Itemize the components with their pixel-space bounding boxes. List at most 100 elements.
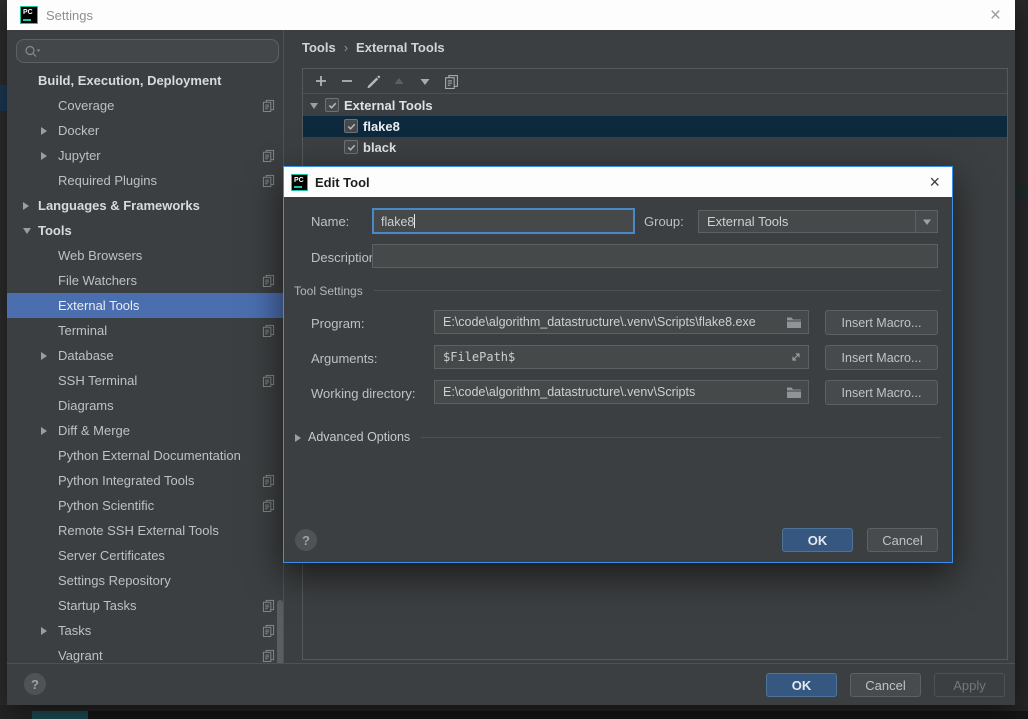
sidebar-item-tools[interactable]: Tools xyxy=(7,218,284,243)
triangle-down-icon xyxy=(418,74,432,88)
sidebar-item-settings-repository[interactable]: Settings Repository xyxy=(7,568,284,593)
sidebar-item-languages-frameworks[interactable]: Languages & Frameworks xyxy=(7,193,284,218)
checkbox-external-tools[interactable] xyxy=(325,98,339,112)
settings-close-icon[interactable]: × xyxy=(990,6,1001,25)
sidebar-item-label: Jupyter xyxy=(58,148,101,163)
chevron-right-icon[interactable] xyxy=(40,351,50,361)
sidebar-item-label: External Tools xyxy=(58,298,139,313)
advanced-options-label[interactable]: Advanced Options xyxy=(308,430,410,444)
dialog-cancel-button[interactable]: Cancel xyxy=(867,528,938,552)
ide-bottom-dark-band xyxy=(88,711,1028,719)
sidebar-item-server-certificates[interactable]: Server Certificates xyxy=(7,543,284,568)
sidebar-item-ssh-terminal[interactable]: SSH Terminal xyxy=(7,368,284,393)
sidebar-item-jupyter[interactable]: Jupyter xyxy=(7,143,284,168)
program-label: Program: xyxy=(311,316,364,331)
chevron-right-icon[interactable] xyxy=(40,426,50,436)
checkbox-black[interactable] xyxy=(344,140,358,154)
tree-row-flake8[interactable]: flake8 xyxy=(303,116,1007,137)
copy-button[interactable] xyxy=(439,71,463,91)
sidebar-item-database[interactable]: Database xyxy=(7,343,284,368)
add-button[interactable] xyxy=(309,71,333,91)
external-tools-toolbar xyxy=(303,69,1007,94)
sidebar-item-startup-tasks[interactable]: Startup Tasks xyxy=(7,593,284,618)
group-select[interactable]: External Tools xyxy=(698,210,938,233)
copy-settings-icon xyxy=(262,274,275,287)
copy-settings-icon xyxy=(262,174,275,187)
sidebar-item-build-execution-deployment[interactable]: Build, Execution, Deployment xyxy=(7,68,284,93)
sidebar-item-label: Languages & Frameworks xyxy=(38,198,200,213)
sidebar-item-python-scientific[interactable]: Python Scientific xyxy=(7,493,284,518)
chevron-down-icon[interactable] xyxy=(22,226,32,236)
sidebar-item-web-browsers[interactable]: Web Browsers xyxy=(7,243,284,268)
settings-cancel-button[interactable]: Cancel xyxy=(850,673,921,697)
sidebar-item-tasks[interactable]: Tasks xyxy=(7,618,284,643)
plus-icon xyxy=(314,74,328,88)
program-value: E:\code\algorithm_datastructure\.venv\Sc… xyxy=(443,315,786,329)
sidebar-item-external-tools[interactable]: External Tools xyxy=(7,293,284,318)
external-tools-tree: External Toolsflake8 black xyxy=(303,95,1007,158)
sidebar-item-label: Startup Tasks xyxy=(58,598,137,613)
sidebar-item-label: Terminal xyxy=(58,323,107,338)
edit-tool-title: Edit Tool xyxy=(315,175,622,190)
chevron-down-icon[interactable] xyxy=(309,102,319,110)
folder-icon[interactable] xyxy=(786,316,802,329)
settings-apply-button: Apply xyxy=(934,673,1005,697)
advanced-options-expander-icon[interactable] xyxy=(294,433,302,443)
expand-icon[interactable] xyxy=(790,351,802,363)
ide-right-stripe xyxy=(1015,0,1028,719)
sidebar-item-coverage[interactable]: Coverage xyxy=(7,93,284,118)
edit-tool-close-icon[interactable]: × xyxy=(930,173,941,192)
sidebar-item-diagrams[interactable]: Diagrams xyxy=(7,393,284,418)
sidebar-item-terminal[interactable]: Terminal xyxy=(7,318,284,343)
chevron-right-icon[interactable] xyxy=(40,151,50,161)
remove-button[interactable] xyxy=(335,71,359,91)
sidebar-scrollbar-thumb[interactable] xyxy=(277,600,283,663)
copy-icon xyxy=(444,74,459,89)
ide-right-band xyxy=(1017,186,1028,202)
minus-icon xyxy=(340,74,354,88)
sidebar-item-diff-merge[interactable]: Diff & Merge xyxy=(7,418,284,443)
settings-search-input[interactable] xyxy=(16,39,279,63)
tree-row-external-tools[interactable]: External Tools xyxy=(303,95,1007,116)
sidebar-item-python-external-documentation[interactable]: Python External Documentation xyxy=(7,443,284,468)
sidebar-item-docker[interactable]: Docker xyxy=(7,118,284,143)
sidebar-item-label: Coverage xyxy=(58,98,114,113)
arguments-label: Arguments: xyxy=(311,351,377,366)
chevron-right-icon[interactable] xyxy=(22,201,32,211)
program-input[interactable]: E:\code\algorithm_datastructure\.venv\Sc… xyxy=(434,310,809,334)
description-input[interactable] xyxy=(372,244,938,268)
sidebar-item-label: Docker xyxy=(58,123,99,138)
sidebar-item-required-plugins[interactable]: Required Plugins xyxy=(7,168,284,193)
breadcrumb-item-tools[interactable]: Tools xyxy=(302,40,336,55)
copy-settings-icon xyxy=(262,474,275,487)
working-directory-input[interactable]: E:\code\algorithm_datastructure\.venv\Sc… xyxy=(434,380,809,404)
sidebar-item-label: Tasks xyxy=(58,623,91,638)
folder-icon[interactable] xyxy=(786,386,802,399)
insert-macro-button-program[interactable]: Insert Macro... xyxy=(825,310,938,335)
settings-window-title: Settings xyxy=(46,8,990,23)
sidebar-item-label: Python Scientific xyxy=(58,498,154,513)
sidebar-item-file-watchers[interactable]: File Watchers xyxy=(7,268,284,293)
chevron-right-icon[interactable] xyxy=(40,626,50,636)
tree-row-black[interactable]: black xyxy=(303,137,1007,158)
settings-help-button[interactable]: ? xyxy=(24,673,46,695)
move-down-button[interactable] xyxy=(413,71,437,91)
chevron-down-icon[interactable] xyxy=(915,211,937,232)
edit-button[interactable] xyxy=(361,71,385,91)
insert-macro-button-working-directory[interactable]: Insert Macro... xyxy=(825,380,938,405)
settings-ok-button[interactable]: OK xyxy=(766,673,837,697)
chevron-right-icon[interactable] xyxy=(40,126,50,136)
copy-settings-icon xyxy=(262,99,275,112)
dialog-ok-button[interactable]: OK xyxy=(782,528,853,552)
edit-tool-dialog: PC Edit Tool × Name: flake8 Group: Exter… xyxy=(283,166,953,563)
name-input[interactable]: flake8 xyxy=(372,208,635,234)
sidebar-item-vagrant[interactable]: Vagrant xyxy=(7,643,284,663)
arguments-input[interactable]: $FilePath$ xyxy=(434,345,809,369)
settings-footer: ? OK Cancel Apply xyxy=(7,663,1015,705)
dialog-help-button[interactable]: ? xyxy=(295,529,317,551)
sidebar-item-python-integrated-tools[interactable]: Python Integrated Tools xyxy=(7,468,284,493)
checkbox-flake8[interactable] xyxy=(344,119,358,133)
insert-macro-button-arguments[interactable]: Insert Macro... xyxy=(825,345,938,370)
sidebar-item-remote-ssh-external-tools[interactable]: Remote SSH External Tools xyxy=(7,518,284,543)
tree-row-label: black xyxy=(363,140,396,155)
